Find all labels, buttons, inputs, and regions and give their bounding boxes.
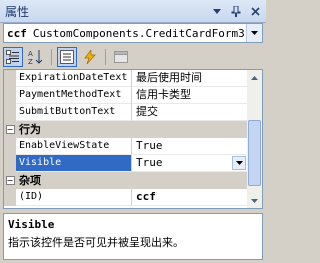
selected-object-type: CustomComponents.CreditCardForm3 — [32, 26, 245, 40]
category-label: 杂项 — [19, 174, 41, 187]
property-row[interactable]: EnableViewState True — [4, 138, 262, 155]
row-margin — [4, 155, 16, 172]
row-margin — [4, 104, 16, 121]
property-row[interactable]: (ID) ccf — [4, 189, 262, 206]
description-panel: Visible 指示该控件是否可见并被呈现出来。 — [3, 213, 263, 260]
property-name: SubmitButtonText — [16, 104, 132, 121]
row-margin — [4, 138, 16, 155]
events-icon[interactable] — [80, 47, 100, 67]
property-name: ExpirationDateText — [16, 70, 132, 87]
row-margin — [4, 87, 16, 104]
property-value[interactable]: 提交 — [132, 104, 262, 121]
window-title: 属性 — [5, 4, 30, 19]
category-row[interactable]: − 行为 — [4, 121, 262, 138]
object-selector[interactable]: ccf CustomComponents.CreditCardForm3 — [3, 23, 263, 43]
description-title: Visible — [8, 218, 55, 231]
property-row-selected[interactable]: Visible True — [4, 155, 262, 172]
property-grid: ExpirationDateText 最后使用时间 PaymentMethodT… — [3, 69, 263, 209]
chevron-down-icon[interactable] — [246, 24, 262, 42]
svg-text:Z: Z — [28, 58, 33, 65]
property-row[interactable]: PaymentMethodText 信用卡类型 — [4, 87, 262, 104]
category-label: 行为 — [19, 123, 41, 136]
categorized-icon[interactable] — [3, 47, 23, 67]
property-name: Visible — [16, 155, 132, 172]
property-name: (ID) — [16, 189, 132, 206]
close-icon[interactable] — [249, 5, 261, 17]
chevron-down-icon[interactable] — [232, 156, 246, 170]
scroll-up-icon[interactable] — [247, 70, 262, 85]
property-row[interactable]: SubmitButtonText 提交 — [4, 104, 262, 121]
scroll-down-icon[interactable] — [247, 193, 262, 208]
selected-object-name: ccf — [7, 26, 27, 40]
properties-icon[interactable] — [57, 47, 77, 67]
property-value[interactable]: ccf — [132, 189, 262, 206]
toolbar-separator — [51, 49, 52, 65]
row-margin — [4, 70, 16, 87]
description-text: 指示该控件是否可见并被呈现出来。 — [8, 236, 184, 249]
collapse-icon[interactable]: − — [4, 172, 16, 189]
property-value[interactable]: 信用卡类型 — [132, 87, 262, 104]
properties-toolbar: A Z — [3, 46, 263, 68]
svg-text:A: A — [28, 50, 33, 58]
row-margin — [4, 189, 16, 206]
collapse-icon[interactable]: − — [4, 121, 16, 138]
toolbar-separator — [105, 49, 106, 65]
property-name: PaymentMethodText — [16, 87, 132, 104]
property-name: EnableViewState — [16, 138, 132, 155]
properties-window: 属性 ccf CustomComponents.CreditCardForm3 — [0, 0, 266, 263]
pin-icon[interactable] — [230, 5, 242, 17]
title-controls — [211, 5, 261, 17]
title-bar[interactable]: 属性 — [0, 0, 266, 23]
property-value[interactable]: 最后使用时间 — [132, 70, 262, 87]
property-row[interactable]: ExpirationDateText 最后使用时间 — [4, 70, 262, 87]
dropdown-icon[interactable] — [211, 5, 223, 17]
property-pages-icon[interactable] — [111, 47, 131, 67]
alphabetical-icon[interactable]: A Z — [26, 47, 46, 67]
property-value[interactable]: True — [132, 138, 262, 155]
vertical-scrollbar[interactable] — [247, 70, 262, 208]
category-row[interactable]: − 杂项 — [4, 172, 262, 189]
scrollbar-thumb[interactable] — [248, 120, 261, 186]
